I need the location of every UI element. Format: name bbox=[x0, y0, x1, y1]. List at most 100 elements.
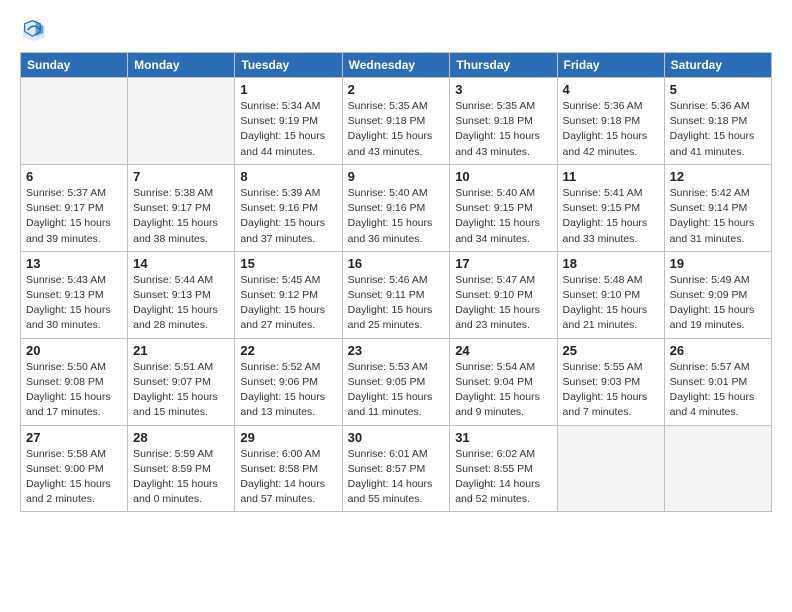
day-info: Sunrise: 6:00 AM Sunset: 8:58 PM Dayligh… bbox=[240, 447, 336, 508]
calendar-cell: 10 Sunrise: 5:40 AM Sunset: 9:15 PM Dayli… bbox=[450, 164, 557, 251]
calendar-cell: 11 Sunrise: 5:41 AM Sunset: 9:15 PM Dayli… bbox=[557, 164, 664, 251]
calendar-cell: 25 Sunrise: 5:55 AM Sunset: 9:03 PM Dayli… bbox=[557, 338, 664, 425]
day-number: 1 bbox=[240, 82, 336, 97]
day-number: 27 bbox=[26, 430, 122, 445]
day-info: Sunrise: 5:59 AM Sunset: 8:59 PM Dayligh… bbox=[133, 447, 229, 508]
day-info: Sunrise: 5:36 AM Sunset: 9:18 PM Dayligh… bbox=[670, 99, 766, 160]
day-number: 24 bbox=[455, 343, 551, 358]
day-number: 8 bbox=[240, 169, 336, 184]
day-number: 22 bbox=[240, 343, 336, 358]
weekday-header: Tuesday bbox=[235, 53, 342, 78]
day-info: Sunrise: 5:49 AM Sunset: 9:09 PM Dayligh… bbox=[670, 273, 766, 334]
day-info: Sunrise: 5:35 AM Sunset: 9:18 PM Dayligh… bbox=[348, 99, 445, 160]
day-info: Sunrise: 5:37 AM Sunset: 9:17 PM Dayligh… bbox=[26, 186, 122, 247]
day-number: 7 bbox=[133, 169, 229, 184]
calendar-cell: 27Sunrise: 5:58 AM Sunset: 9:00 PM Dayli… bbox=[21, 425, 128, 512]
calendar-cell: 30 Sunrise: 6:01 AM Sunset: 8:57 PM Dayli… bbox=[342, 425, 450, 512]
calendar-cell: 5 Sunrise: 5:36 AM Sunset: 9:18 PM Daylig… bbox=[664, 78, 771, 165]
logo-icon bbox=[20, 16, 48, 44]
day-info: Sunrise: 5:35 AM Sunset: 9:18 PM Dayligh… bbox=[455, 99, 551, 160]
day-number: 10 bbox=[455, 169, 551, 184]
calendar-week-row: 27Sunrise: 5:58 AM Sunset: 9:00 PM Dayli… bbox=[21, 425, 772, 512]
weekday-header: Monday bbox=[128, 53, 235, 78]
day-number: 29 bbox=[240, 430, 336, 445]
day-number: 12 bbox=[670, 169, 766, 184]
day-number: 15 bbox=[240, 256, 336, 271]
day-info: Sunrise: 5:57 AM Sunset: 9:01 PM Dayligh… bbox=[670, 360, 766, 421]
day-info: Sunrise: 5:42 AM Sunset: 9:14 PM Dayligh… bbox=[670, 186, 766, 247]
calendar-cell: 1 Sunrise: 5:34 AM Sunset: 9:19 PM Daylig… bbox=[235, 78, 342, 165]
calendar-cell: 4 Sunrise: 5:36 AM Sunset: 9:18 PM Daylig… bbox=[557, 78, 664, 165]
calendar-cell: 16Sunrise: 5:46 AM Sunset: 9:11 PM Dayli… bbox=[342, 251, 450, 338]
weekday-header: Thursday bbox=[450, 53, 557, 78]
calendar-cell: 31 Sunrise: 6:02 AM Sunset: 8:55 PM Dayli… bbox=[450, 425, 557, 512]
calendar-cell: 23 Sunrise: 5:53 AM Sunset: 9:05 PM Dayli… bbox=[342, 338, 450, 425]
day-info: Sunrise: 5:41 AM Sunset: 9:15 PM Dayligh… bbox=[563, 186, 659, 247]
day-info: Sunrise: 5:45 AM Sunset: 9:12 PM Dayligh… bbox=[240, 273, 336, 334]
day-info: Sunrise: 5:53 AM Sunset: 9:05 PM Dayligh… bbox=[348, 360, 445, 421]
day-number: 17 bbox=[455, 256, 551, 271]
calendar-cell: 18 Sunrise: 5:48 AM Sunset: 9:10 PM Dayli… bbox=[557, 251, 664, 338]
weekday-header: Friday bbox=[557, 53, 664, 78]
day-info: Sunrise: 5:40 AM Sunset: 9:16 PM Dayligh… bbox=[348, 186, 445, 247]
day-info: Sunrise: 5:44 AM Sunset: 9:13 PM Dayligh… bbox=[133, 273, 229, 334]
calendar-cell bbox=[557, 425, 664, 512]
day-info: Sunrise: 5:34 AM Sunset: 9:19 PM Dayligh… bbox=[240, 99, 336, 160]
calendar-cell: 22 Sunrise: 5:52 AM Sunset: 9:06 PM Dayli… bbox=[235, 338, 342, 425]
day-number: 5 bbox=[670, 82, 766, 97]
day-info: Sunrise: 5:55 AM Sunset: 9:03 PM Dayligh… bbox=[563, 360, 659, 421]
calendar-week-row: 1 Sunrise: 5:34 AM Sunset: 9:19 PM Daylig… bbox=[21, 78, 772, 165]
day-number: 4 bbox=[563, 82, 659, 97]
weekday-header: Sunday bbox=[21, 53, 128, 78]
day-info: Sunrise: 5:40 AM Sunset: 9:15 PM Dayligh… bbox=[455, 186, 551, 247]
day-number: 11 bbox=[563, 169, 659, 184]
day-number: 25 bbox=[563, 343, 659, 358]
page-header bbox=[20, 16, 772, 44]
calendar-cell: 24 Sunrise: 5:54 AM Sunset: 9:04 PM Dayli… bbox=[450, 338, 557, 425]
weekday-header: Saturday bbox=[664, 53, 771, 78]
day-info: Sunrise: 5:52 AM Sunset: 9:06 PM Dayligh… bbox=[240, 360, 336, 421]
day-info: Sunrise: 5:48 AM Sunset: 9:10 PM Dayligh… bbox=[563, 273, 659, 334]
day-info: Sunrise: 5:39 AM Sunset: 9:16 PM Dayligh… bbox=[240, 186, 336, 247]
day-number: 14 bbox=[133, 256, 229, 271]
day-number: 31 bbox=[455, 430, 551, 445]
day-number: 18 bbox=[563, 256, 659, 271]
day-info: Sunrise: 5:54 AM Sunset: 9:04 PM Dayligh… bbox=[455, 360, 551, 421]
day-info: Sunrise: 5:51 AM Sunset: 9:07 PM Dayligh… bbox=[133, 360, 229, 421]
day-number: 16 bbox=[348, 256, 445, 271]
weekday-header: Wednesday bbox=[342, 53, 450, 78]
day-number: 26 bbox=[670, 343, 766, 358]
calendar-cell: 17 Sunrise: 5:47 AM Sunset: 9:10 PM Dayli… bbox=[450, 251, 557, 338]
calendar-cell bbox=[128, 78, 235, 165]
calendar-cell: 21 Sunrise: 5:51 AM Sunset: 9:07 PM Dayli… bbox=[128, 338, 235, 425]
day-number: 30 bbox=[348, 430, 445, 445]
calendar-cell: 9 Sunrise: 5:40 AM Sunset: 9:16 PM Daylig… bbox=[342, 164, 450, 251]
calendar-cell: 15 Sunrise: 5:45 AM Sunset: 9:12 PM Dayli… bbox=[235, 251, 342, 338]
calendar-week-row: 6 Sunrise: 5:37 AM Sunset: 9:17 PM Daylig… bbox=[21, 164, 772, 251]
day-number: 9 bbox=[348, 169, 445, 184]
calendar-cell bbox=[21, 78, 128, 165]
calendar-cell: 29 Sunrise: 6:00 AM Sunset: 8:58 PM Dayli… bbox=[235, 425, 342, 512]
calendar-cell bbox=[664, 425, 771, 512]
day-info: Sunrise: 5:50 AM Sunset: 9:08 PM Dayligh… bbox=[26, 360, 122, 421]
day-number: 21 bbox=[133, 343, 229, 358]
calendar-cell: 12 Sunrise: 5:42 AM Sunset: 9:14 PM Dayli… bbox=[664, 164, 771, 251]
day-info: Sunrise: 6:01 AM Sunset: 8:57 PM Dayligh… bbox=[348, 447, 445, 508]
calendar-cell: 7 Sunrise: 5:38 AM Sunset: 9:17 PM Daylig… bbox=[128, 164, 235, 251]
day-number: 6 bbox=[26, 169, 122, 184]
calendar-header-row: SundayMondayTuesdayWednesdayThursdayFrid… bbox=[21, 53, 772, 78]
calendar-cell: 19Sunrise: 5:49 AM Sunset: 9:09 PM Dayli… bbox=[664, 251, 771, 338]
day-info: Sunrise: 5:47 AM Sunset: 9:10 PM Dayligh… bbox=[455, 273, 551, 334]
calendar-cell: 20Sunrise: 5:50 AM Sunset: 9:08 PM Dayli… bbox=[21, 338, 128, 425]
day-info: Sunrise: 6:02 AM Sunset: 8:55 PM Dayligh… bbox=[455, 447, 551, 508]
day-info: Sunrise: 5:38 AM Sunset: 9:17 PM Dayligh… bbox=[133, 186, 229, 247]
day-info: Sunrise: 5:36 AM Sunset: 9:18 PM Dayligh… bbox=[563, 99, 659, 160]
calendar-cell: 2Sunrise: 5:35 AM Sunset: 9:18 PM Daylig… bbox=[342, 78, 450, 165]
calendar-cell: 13Sunrise: 5:43 AM Sunset: 9:13 PM Dayli… bbox=[21, 251, 128, 338]
calendar-week-row: 13Sunrise: 5:43 AM Sunset: 9:13 PM Dayli… bbox=[21, 251, 772, 338]
day-info: Sunrise: 5:43 AM Sunset: 9:13 PM Dayligh… bbox=[26, 273, 122, 334]
calendar-cell: 6 Sunrise: 5:37 AM Sunset: 9:17 PM Daylig… bbox=[21, 164, 128, 251]
logo bbox=[20, 16, 52, 44]
calendar-cell: 28Sunrise: 5:59 AM Sunset: 8:59 PM Dayli… bbox=[128, 425, 235, 512]
day-number: 23 bbox=[348, 343, 445, 358]
